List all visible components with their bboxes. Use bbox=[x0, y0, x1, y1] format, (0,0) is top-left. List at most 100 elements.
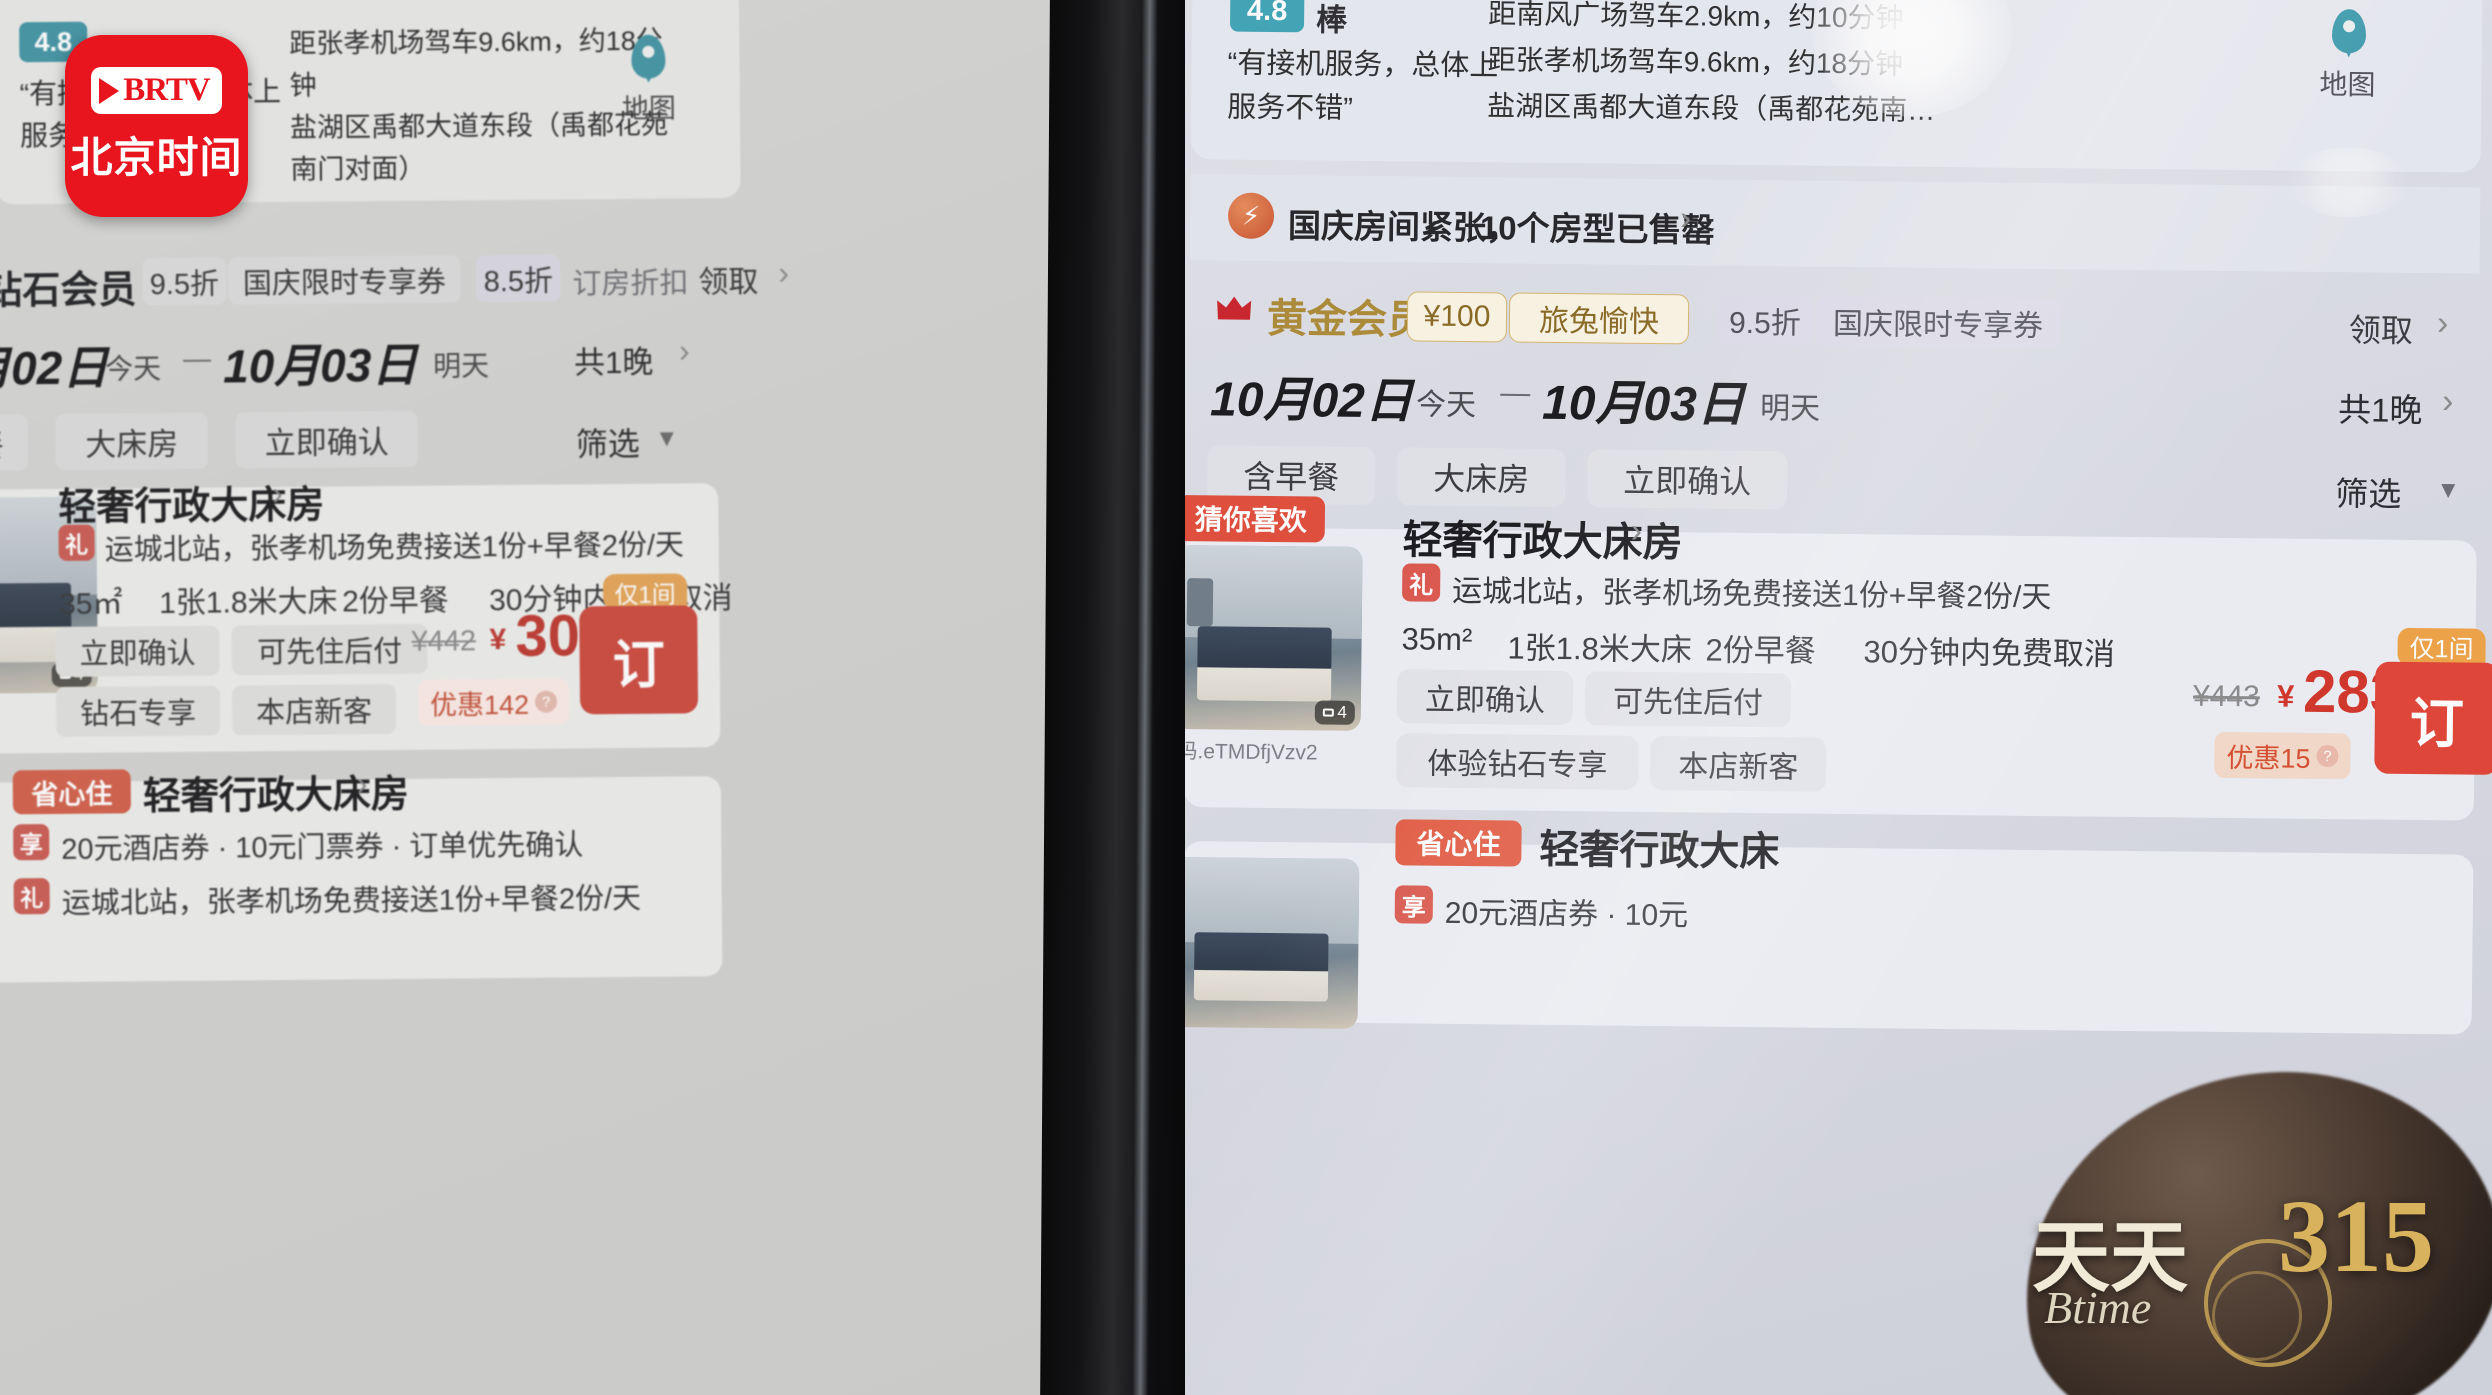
left-gift-text: 运城北站，张孝机场免费接送1份+早餐2份/天 bbox=[104, 529, 685, 567]
left-address-line2: 南门对面） bbox=[290, 153, 426, 185]
right-enjoy-icon: 享 bbox=[1394, 885, 1434, 924]
right-room-name-chevron-icon: › bbox=[1630, 511, 1643, 550]
right-filter-row[interactable]: 含早餐 大床房 立即确认 筛选 ▾ bbox=[1187, 441, 2478, 533]
right-alert-banner[interactable]: ⚡ 国庆房间紧张， 10个房型已售罄 › bbox=[1189, 174, 2481, 274]
left-member-row[interactable]: 钻石会员 9.5折 国庆限时专享券 8.5折 订房折扣 领取 › bbox=[0, 241, 789, 320]
right-map-button[interactable]: 地图 bbox=[2319, 9, 2376, 101]
right-room2-thumbnail[interactable] bbox=[1185, 856, 1360, 1029]
left-room2-name[interactable]: 轻奢行政大床房 bbox=[143, 763, 409, 820]
left-coupon2-name[interactable]: 订房折扣 bbox=[572, 259, 688, 302]
left-coupon2-discount[interactable]: 8.5折 bbox=[476, 254, 561, 303]
right-review-quote-line1: “有接机服务，总体上 bbox=[1227, 47, 1499, 83]
left-spec-2: 2份早餐 bbox=[342, 584, 449, 619]
right-gift-icon: 礼 bbox=[1402, 563, 1441, 602]
right-photo-count: 4 bbox=[1314, 700, 1355, 725]
right-coupon2-name[interactable]: 国庆限时专享券 bbox=[1814, 295, 2062, 349]
right-discount-help-icon[interactable]: ? bbox=[2316, 744, 2339, 768]
right-coupon1-name[interactable]: 旅兔愉快 bbox=[1508, 292, 1690, 345]
right-member-tag-0: 体验钻石专享 bbox=[1396, 733, 1639, 790]
right-spec-0: 35m² bbox=[1401, 621, 1473, 658]
left-checkout-tag: 明天 bbox=[432, 350, 490, 382]
thumb-wall bbox=[1185, 856, 1360, 944]
right-photo-watermark: 码.eTMDfjVzv2 bbox=[1185, 740, 1318, 765]
left-member-tag-1: 本店新客 bbox=[231, 683, 397, 736]
right-spec-1: 1张1.8米大床 bbox=[1507, 630, 1693, 668]
camera-icon bbox=[1322, 708, 1334, 717]
right-filter-chip-2[interactable]: 立即确认 bbox=[1587, 449, 1788, 510]
left-discount-label: 优惠142 bbox=[429, 689, 530, 721]
left-room2-chevron-icon: › bbox=[356, 765, 368, 802]
right-checkout-tag: 明天 bbox=[1759, 392, 1821, 426]
left-coupon1-discount[interactable]: 9.5折 bbox=[142, 257, 227, 306]
screenshot-stage: 4.8 “有接机服务，总体上 服务不错” 距张孝机场驾车9.6km，约18分 钟… bbox=[0, 0, 2492, 1395]
right-enjoy-text: 20元酒店券 · 10元 bbox=[1444, 896, 1689, 933]
left-room-name[interactable]: 轻奢行政大床房 bbox=[58, 474, 324, 531]
right-room-tag-0: 立即确认 bbox=[1396, 669, 1574, 726]
right-only-room-badge: 仅1间 bbox=[2397, 627, 2486, 667]
brtv-logo: BRTV 北京时间 bbox=[65, 35, 248, 217]
left-checkout-date: 10月03日 bbox=[222, 338, 418, 393]
left-claim-label[interactable]: 领取 bbox=[698, 257, 758, 302]
right-spec-2: 2份早餐 bbox=[1705, 632, 1816, 669]
right-checkin-tag: 今天 bbox=[1415, 388, 1477, 423]
right-date-row[interactable]: 10月02日 今天 — 10月03日 明天 共1晚 › bbox=[1188, 351, 2479, 453]
right-filter-chip-1[interactable]: 大床房 bbox=[1397, 447, 1566, 508]
brtv-logo-badge: BRTV bbox=[91, 67, 222, 114]
left-spec-0: 35㎡ bbox=[59, 587, 123, 621]
left-filter-label[interactable]: 筛选 bbox=[576, 419, 640, 466]
left-room-tag-0: 立即确认 bbox=[55, 625, 220, 677]
right-address: 盐湖区禹都大道东段（禹都花苑南… bbox=[1487, 90, 1936, 126]
left-discount-badge[interactable]: 优惠142 ? bbox=[417, 678, 570, 726]
right-price-symbol: ¥ bbox=[2276, 678, 2295, 714]
right-rating-word: 棒 bbox=[1315, 2, 1348, 38]
left-filter-chip-0[interactable]: 早餐 bbox=[0, 414, 28, 472]
left-filter-chip-2[interactable]: 立即确认 bbox=[235, 410, 418, 469]
right-distance-line1: 距南风广场驾车2.9km，约10分钟 bbox=[1488, 0, 1904, 34]
left-filter-chip-1[interactable]: 大床房 bbox=[55, 412, 208, 470]
right-gift-text: 运城北站，张孝机场免费接送1份+早餐2份/天 bbox=[1451, 574, 2052, 615]
left-enjoy-icon: 享 bbox=[13, 824, 50, 861]
left-date-separator: — bbox=[182, 342, 212, 374]
left-gift2-icon: 礼 bbox=[13, 878, 50, 915]
left-gift2-text: 运城北站，张孝机场免费接送1份+早餐2份/天 bbox=[61, 882, 642, 920]
left-nights-label: 共1晚 bbox=[573, 344, 654, 381]
right-room-thumbnail[interactable]: 4 bbox=[1185, 544, 1363, 731]
left-filter-row[interactable]: 早餐 大床房 立即确认 筛选 ▾ bbox=[0, 404, 718, 483]
right-filter-label[interactable]: 筛选 bbox=[2335, 467, 2401, 516]
left-room-card[interactable]: 欢 4 Vzv2 轻奢行政大床房 › 礼 运城北站，张孝机场免费接送1份+早餐2… bbox=[0, 475, 733, 754]
right-coupon2-discount[interactable]: 9.5折 bbox=[1716, 294, 1814, 346]
right-nights-label: 共1晚 bbox=[2337, 391, 2423, 430]
play-icon bbox=[99, 77, 120, 104]
brtv-logo-cn: 北京时间 bbox=[70, 134, 243, 181]
left-address-line1: 盐湖区禹都大道东段（禹都花苑 bbox=[289, 109, 669, 143]
left-order-button[interactable]: 订 bbox=[579, 605, 699, 715]
left-member-level: 钻石会员 bbox=[0, 269, 137, 313]
right-filter-caret-icon: ▾ bbox=[2441, 473, 2456, 505]
brtv-logo-word: BRTV bbox=[123, 72, 211, 108]
thumb-bed bbox=[1194, 932, 1329, 1002]
right-claim-label[interactable]: 领取 bbox=[2349, 305, 2413, 352]
right-claim-chevron-icon: › bbox=[2436, 304, 2449, 343]
right-room-card-2[interactable]: 省心住 轻奢行政大床 享 20元酒店券 · 10元 bbox=[1185, 819, 2474, 1035]
left-map-button[interactable]: 地图 bbox=[622, 34, 676, 124]
left-claim-chevron-icon: › bbox=[778, 254, 790, 291]
right-hotel-header-card: 4.8 棒 “有接机服务，总体上 服务不错” 距南风广场驾车2.9km，约10分… bbox=[1190, 0, 2483, 173]
left-coupon1-name[interactable]: 国庆限时专享券 bbox=[228, 255, 461, 305]
right-member-level: 黄金会员 bbox=[1266, 296, 1428, 343]
left-date-row[interactable]: 月02日 今天 — 10月03日 明天 共1晚 › bbox=[0, 318, 717, 407]
left-discount-help-icon[interactable]: ? bbox=[535, 690, 558, 713]
right-worry-free-tag: 省心住 bbox=[1395, 819, 1522, 867]
left-date-chevron-icon: › bbox=[678, 332, 690, 369]
bolt-icon: ⚡ bbox=[1227, 192, 1275, 239]
left-room-card-2[interactable]: 省心住 轻奢行政大床房 › 享 20元酒店券 · 10元门票券 · 订单优先确认… bbox=[0, 765, 723, 983]
right-room-card[interactable]: 猜你喜欢 4 码.eTMDfjVzv2 轻奢行政大床房 › 礼 运城北站，张孝机… bbox=[1185, 494, 2492, 821]
right-room2-name[interactable]: 轻奢行政大床 bbox=[1539, 817, 1780, 878]
left-distance-line2: 钟 bbox=[289, 70, 317, 101]
left-checkin-date: 月02日 bbox=[0, 341, 109, 395]
left-worry-free-tag: 省心住 bbox=[12, 769, 131, 815]
right-order-button[interactable]: 订 bbox=[2374, 661, 2492, 775]
crown-icon bbox=[1217, 296, 1252, 320]
right-discount-badge[interactable]: 优惠15 ? bbox=[2214, 731, 2351, 780]
right-member-row[interactable]: 黄金会员 ¥100 旅兔愉快 9.5折 国庆限时专享券 领取 › bbox=[1189, 267, 2480, 367]
right-coupon1-amount[interactable]: ¥100 bbox=[1406, 291, 1508, 343]
